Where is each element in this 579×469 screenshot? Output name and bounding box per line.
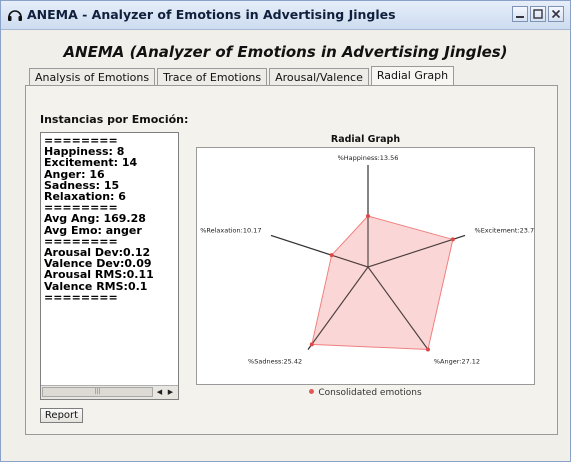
radar-svg: %Happiness:13.56 %Excitement:23.73 %Anger:… — [200, 154, 538, 366]
horizontal-scrollbar[interactable]: ||| ◀ ▶ — [41, 385, 178, 399]
data-point — [329, 253, 334, 258]
stats-line: Arousal RMS:0.11 — [44, 268, 154, 282]
axis-label: %Anger:27.12 — [434, 358, 480, 366]
stats-line: Excitement: 14 — [44, 156, 138, 170]
maximize-icon — [533, 9, 543, 19]
tab-radial-graph[interactable]: Radial Graph — [370, 66, 455, 87]
legend-label: Consolidated emotions — [318, 388, 422, 398]
axis-label: %Sadness:25.42 — [248, 358, 302, 366]
app-heading: ANEMA (Analyzer of Emotions in Advertisi… — [63, 43, 508, 61]
maximize-button[interactable] — [530, 6, 546, 22]
data-point — [450, 237, 455, 242]
minimize-button[interactable] — [512, 6, 528, 22]
chart-title: Radial Graph — [330, 134, 401, 145]
series-area — [311, 215, 454, 351]
close-button[interactable] — [548, 6, 564, 22]
chart-legend: Consolidated emotions — [196, 388, 535, 398]
window-title: ANEMA - Analyzer of Emotions in Advertis… — [27, 7, 396, 22]
minimize-icon — [516, 16, 524, 18]
axis-label: %Relaxation:10.17 — [200, 226, 261, 234]
stats-text: ======== Happiness: 8 Excitement: 14 Anger:… — [44, 135, 154, 303]
radial-chart: %Happiness:13.56 %Excitement:23.73 %Anger:… — [196, 147, 538, 385]
axis-label: %Excitement:23.73 — [475, 226, 534, 234]
scroll-right-icon[interactable]: ▶ — [165, 387, 176, 397]
stats-text-area[interactable]: ======== Happiness: 8 Excitement: 14 Anger:… — [40, 132, 179, 400]
data-point — [425, 347, 430, 352]
data-point — [366, 214, 370, 218]
data-point — [309, 342, 314, 347]
legend-marker — [309, 389, 315, 394]
report-button[interactable]: Report — [40, 408, 83, 423]
title-bar[interactable]: ANEMA - Analyzer of Emotions in Advertis… — [1, 1, 570, 30]
headphones-icon — [8, 10, 22, 21]
scrollbar-thumb[interactable]: ||| — [42, 387, 153, 397]
stats-line: Avg Ang: 169.28 — [44, 212, 146, 226]
axis-label: %Happiness:13.56 — [338, 154, 399, 162]
instances-label: Instancias por Emoción: — [40, 113, 189, 126]
close-icon — [551, 9, 561, 19]
scroll-left-icon[interactable]: ◀ — [154, 387, 165, 397]
stats-line: ======== — [44, 290, 118, 304]
